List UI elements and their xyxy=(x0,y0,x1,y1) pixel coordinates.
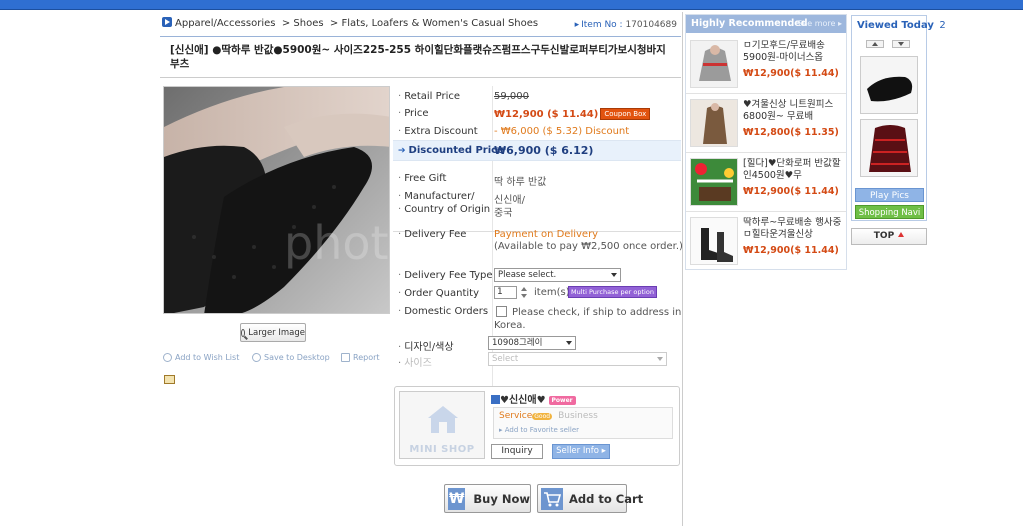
magnifier-icon xyxy=(241,328,246,337)
delivery-fee-type-select[interactable]: Please select. xyxy=(494,268,621,282)
product-main: Apparel/Accessories > Shoes > Flats, Loa… xyxy=(160,14,683,526)
scroll-down-icon[interactable] xyxy=(892,40,910,48)
browser-top-bar xyxy=(0,0,1023,10)
top-button[interactable]: TOP xyxy=(851,228,927,245)
viewed-today-header: Viewed Today 2 xyxy=(857,20,946,31)
discounted-price-row: Discounted Price ₩6,900 ($ 6.12) xyxy=(393,140,681,161)
recommended-item[interactable]: 딱하루~무료배송 행사중ㅁ힐타운겨울신상 ₩12,900($ 11.44) xyxy=(686,213,846,271)
delivery-fee-type-row: Delivery Fee Type Please select. xyxy=(393,268,681,284)
item-number: ▸ Item No : 170104689 xyxy=(574,20,677,30)
won-icon: ₩ xyxy=(448,487,466,510)
recommended-item[interactable]: ㅁ기모후드/무료배송5900원-마이너스옵 ₩12,900($ 11.44) xyxy=(686,36,846,94)
recommended-item[interactable]: ♥겨울신상 니트원피스6800원~ 무료배 ₩12,800($ 11.35) xyxy=(686,95,846,153)
inquiry-button[interactable]: Inquiry xyxy=(491,444,543,459)
seller-box: MINI SHOP ♥신신애♥ Power Service Good Business… xyxy=(394,386,680,466)
option-size-row: 사이즈 Select xyxy=(393,352,681,369)
domestic-checkbox[interactable] xyxy=(496,306,507,317)
mail-icon[interactable] xyxy=(164,375,175,384)
recommended-item[interactable]: [힐다]♥단화로퍼 반값할인4500원♥무 ₩12,900($ 11.44) xyxy=(686,154,846,212)
play-pics-button[interactable]: Play Pics xyxy=(855,188,924,202)
shop-icon xyxy=(491,395,500,404)
option-design-row: 디자인/색상 10908그레이 xyxy=(393,336,681,353)
domestic-orders-row: Domestic Orders Please check, if ship to… xyxy=(393,304,681,332)
watermark-text: photo xyxy=(284,216,390,270)
viewed-today-panel: Viewed Today 2 Play Pics Shopping Navi xyxy=(851,15,946,221)
product-thumbnail xyxy=(690,40,738,88)
manufacturer-row: Manufacturer/ Country of Origin 신신애/ 중국 xyxy=(393,191,681,219)
delivery-fee-row: Delivery Fee Payment on Delivery (Availa… xyxy=(393,229,683,259)
product-title: [신신애] ●딱하루 반값●5900원~ 사이즈225-255 하이힐단화플랫슈… xyxy=(160,36,681,78)
report-icon xyxy=(341,353,350,362)
product-thumbnail xyxy=(690,217,738,265)
price-row: Price ₩12,900 ($ 11.44)Coupon Box xyxy=(393,108,681,122)
design-color-select[interactable]: 10908그레이 xyxy=(488,336,576,350)
product-thumbnail xyxy=(690,99,738,147)
plus-icon xyxy=(252,353,261,362)
order-quantity-row: Order Quantity 1 item(s) Multi Purchase … xyxy=(393,286,681,302)
check-icon xyxy=(163,353,172,362)
save-to-desktop-link[interactable]: Save to Desktop xyxy=(252,353,330,362)
seller-rating: Service Good Business ▸ Add to Favorite se… xyxy=(493,407,673,439)
add-favorite-seller-link[interactable]: ▸ Add to Favorite seller xyxy=(499,426,579,434)
report-link[interactable]: Report xyxy=(341,353,380,362)
breadcrumb-apparel[interactable]: Apparel/Accessories xyxy=(175,18,275,29)
bullet-icon: ▸ xyxy=(574,20,580,30)
larger-image-button[interactable]: Larger Image xyxy=(240,323,306,342)
scroll-up-icon[interactable] xyxy=(866,40,884,48)
viewed-thumbnail[interactable] xyxy=(860,56,918,114)
play-icon xyxy=(162,17,172,27)
add-to-cart-button[interactable]: Add to Cart xyxy=(537,484,643,513)
origin-label: Country of Origin xyxy=(398,204,490,215)
coupon-box-button[interactable]: Coupon Box xyxy=(600,108,651,120)
seller-name[interactable]: ♥신신애♥ Power xyxy=(491,391,576,406)
quantity-input[interactable]: 1 xyxy=(494,286,517,299)
good-badge: Good xyxy=(532,413,553,420)
column-divider xyxy=(682,12,683,526)
add-to-wish-list-link[interactable]: Add to Wish List xyxy=(163,353,239,362)
size-select[interactable]: Select xyxy=(488,352,667,366)
retail-price-row: Retail Price 59,000 xyxy=(393,91,681,105)
highly-recommended-panel: Highly Recommended See more ▸ ㅁ기모후드/무료배송… xyxy=(685,14,847,270)
quantity-stepper-icon[interactable] xyxy=(520,286,528,299)
extra-discount-row: Extra Discount - ₩6,000 ($ 5.32) Discoun… xyxy=(393,126,681,140)
seller-info-button[interactable]: Seller Info ▸ xyxy=(552,444,610,459)
power-seller-badge: Power xyxy=(548,396,576,405)
multi-purchase-button[interactable]: Multi Purchase per option xyxy=(568,286,657,298)
product-thumbnail xyxy=(690,158,738,206)
free-gift-row: Free Gift 딱 하루 반값 xyxy=(393,173,681,188)
breadcrumb-flats[interactable]: Flats, Loafers & Women's Casual Shoes xyxy=(341,18,538,29)
up-arrow-icon xyxy=(898,232,905,237)
recommended-header: Highly Recommended See more ▸ xyxy=(686,15,846,33)
house-icon xyxy=(428,406,458,433)
buy-now-button[interactable]: ₩ Buy Now xyxy=(444,484,531,513)
breadcrumb: Apparel/Accessories > Shoes > Flats, Loa… xyxy=(162,17,538,29)
mini-shop-link[interactable]: MINI SHOP xyxy=(399,391,485,459)
product-image[interactable]: photo xyxy=(163,86,390,314)
cart-icon xyxy=(541,487,563,510)
viewed-thumbnail[interactable] xyxy=(860,119,918,177)
breadcrumb-shoes[interactable]: Shoes xyxy=(293,18,323,29)
shopping-navi-button[interactable]: Shopping Navi xyxy=(855,205,924,219)
see-more-link[interactable]: See more ▸ xyxy=(797,15,842,33)
shoe-photo: photo xyxy=(164,87,390,313)
